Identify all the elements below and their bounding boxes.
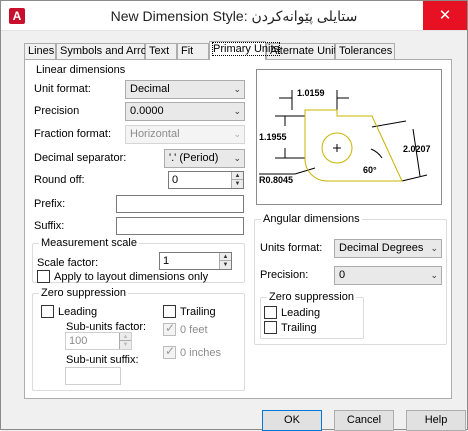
angular-dimensions-title: Angular dimensions [261, 213, 362, 225]
unit-format-select[interactable]: Decimal ⌄ [125, 80, 245, 99]
angular-precision-label: Precision: [260, 269, 309, 281]
suffix-label: Suffix: [34, 220, 65, 232]
dimension-preview: 1.0159 1.1955 2.0207 60° R0.8045 [256, 69, 442, 205]
zero-inches-label: 0 inches [180, 347, 221, 359]
chevron-down-icon: ⌄ [430, 270, 438, 280]
close-icon: ✕ [438, 7, 452, 24]
spin-down-icon[interactable]: ▼ [220, 261, 231, 269]
tab-primary-units[interactable]: Primary Units [209, 41, 281, 60]
precision-label: Precision [34, 105, 80, 117]
angular-trailing-checkbox[interactable] [264, 321, 277, 334]
leading-label: Leading [58, 306, 98, 318]
radius-label: R0.8045 [259, 175, 293, 185]
units-format-label: Units format: [260, 242, 323, 254]
chevron-down-icon: ⌄ [233, 129, 241, 139]
angular-trailing-label: Trailing [281, 322, 317, 334]
angular-precision-select[interactable]: 0 ⌄ [334, 266, 442, 285]
cancel-button[interactable]: Cancel [334, 410, 394, 431]
spin-up-icon[interactable]: ▲ [120, 333, 131, 341]
precision-select[interactable]: 0.0000 ⌄ [125, 102, 245, 121]
tab-lines[interactable]: Lines [24, 43, 56, 59]
dim-right-label: 2.0207 [403, 144, 431, 154]
spin-down-icon[interactable]: ▼ [232, 180, 243, 188]
tab-fit[interactable]: Fit [177, 43, 209, 59]
decimal-separator-label: Decimal separator: [34, 152, 127, 164]
trailing-checkbox[interactable] [163, 305, 176, 318]
subunits-factor-input[interactable]: 100 ▲ ▼ [65, 332, 132, 350]
new-dimension-style-dialog: A New Dimension Style: ستایلی پێوانەکردن… [0, 0, 468, 431]
prefix-input[interactable] [116, 195, 244, 213]
ok-button[interactable]: OK [262, 410, 322, 431]
zero-inches-checkbox[interactable] [163, 344, 176, 359]
tab-symbols-arrows[interactable]: Symbols and Arrows [56, 43, 160, 59]
preview-drawing: 1.0159 1.1955 2.0207 60° R0.8045 [259, 88, 431, 185]
zero-feet-checkbox[interactable] [163, 321, 176, 336]
chevron-down-icon: ⌄ [233, 106, 241, 116]
scale-factor-label: Scale factor: [37, 257, 99, 269]
chevron-down-icon: ⌄ [233, 153, 241, 163]
scale-factor-spinner[interactable]: ▲ ▼ [219, 253, 231, 269]
dim-top-label: 1.0159 [297, 88, 325, 98]
scale-factor-input[interactable]: 1 ▲ ▼ [159, 252, 232, 270]
decimal-separator-select[interactable]: '.' (Period) ⌄ [164, 149, 245, 168]
zero-suppression-angular-title: Zero suppression [267, 291, 356, 303]
fraction-format-label: Fraction format: [34, 128, 112, 140]
suffix-input[interactable] [116, 217, 244, 235]
dim-left-label: 1.1955 [259, 132, 287, 142]
zero-feet-label: 0 feet [180, 324, 208, 336]
subunit-suffix-input[interactable] [65, 367, 121, 385]
angular-leading-label: Leading [281, 307, 321, 319]
tab-text[interactable]: Text [145, 43, 177, 59]
fraction-format-select[interactable]: Horizontal ⌄ [125, 125, 245, 144]
prefix-label: Prefix: [34, 198, 66, 210]
measurement-scale-title: Measurement scale [39, 237, 139, 249]
spin-up-icon[interactable]: ▲ [232, 172, 243, 180]
tab-tolerances[interactable]: Tolerances [335, 43, 395, 59]
trailing-label: Trailing [180, 306, 216, 318]
zero-suppression-linear-title: Zero suppression [39, 287, 128, 299]
title-bar[interactable]: A New Dimension Style: ستایلی پێوانەکردن… [1, 1, 467, 31]
round-off-label: Round off: [34, 174, 85, 186]
subunits-factor-spinner[interactable]: ▲ ▼ [119, 333, 131, 349]
apply-layout-label: Apply to layout dimensions only [54, 271, 209, 283]
help-button[interactable]: Help [406, 410, 466, 431]
window-title: New Dimension Style: ستایلی پێوانەکردن [110, 8, 358, 24]
leading-checkbox[interactable] [41, 305, 54, 318]
spin-down-icon[interactable]: ▼ [120, 341, 131, 349]
round-off-input[interactable]: 0 ▲ ▼ [168, 171, 244, 189]
linear-dimensions-title: Linear dimensions [34, 64, 128, 76]
round-off-spinner[interactable]: ▲ ▼ [231, 172, 243, 188]
angular-leading-checkbox[interactable] [264, 306, 277, 319]
chevron-down-icon: ⌄ [233, 84, 241, 94]
chevron-down-icon: ⌄ [430, 243, 438, 253]
angle-label: 60° [363, 165, 377, 175]
unit-format-label: Unit format: [34, 83, 91, 95]
preview-part-outline [304, 109, 403, 182]
subunit-suffix-label: Sub-unit suffix: [66, 354, 139, 366]
close-button[interactable]: ✕ [423, 1, 467, 30]
apply-layout-checkbox[interactable] [37, 270, 50, 283]
spin-up-icon[interactable]: ▲ [220, 253, 231, 261]
units-format-select[interactable]: Decimal Degrees ⌄ [334, 239, 442, 258]
